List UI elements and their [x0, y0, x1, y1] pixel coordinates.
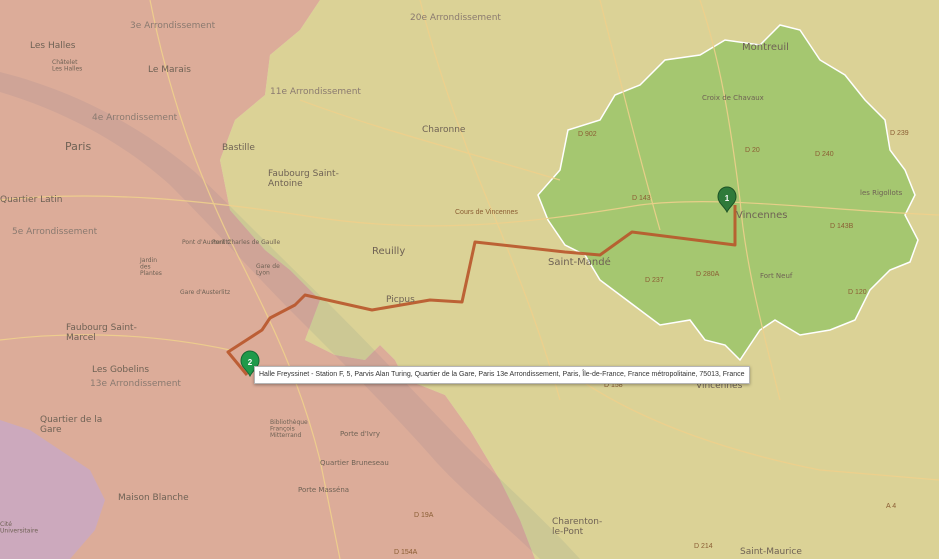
label-charonne: Charonne: [422, 125, 466, 135]
label-montreuil: Montreuil: [742, 42, 789, 53]
label-fort-neuf: Fort Neuf: [760, 272, 793, 280]
marker-2-label: 2: [248, 358, 253, 367]
road-d20: D 20: [745, 147, 760, 154]
label-arr5: 5e Arrondissement: [12, 227, 98, 237]
label-quartier-bruneseau: Quartier Bruneseau: [320, 459, 389, 467]
label-paris: Paris: [65, 140, 91, 153]
road-d143b: D 143B: [830, 223, 854, 230]
label-vincennes: Vincennes: [736, 210, 787, 221]
road-d214: D 214: [694, 543, 713, 550]
label-porte-ivry: Porte d'Ivry: [340, 430, 380, 438]
label-saint-maurice: Saint-Maurice: [740, 547, 802, 557]
road-d280a: D 280A: [696, 271, 720, 278]
isochrone-map[interactable]: Les Halles Châtelet Les Halles 3e Arrondi…: [0, 0, 939, 559]
road-d237: D 237: [645, 277, 664, 284]
marker-tooltip: Halle Freyssinet - Station F, 5, Parvis …: [254, 366, 750, 384]
road-cours-vincennes: Cours de Vincennes: [455, 209, 518, 216]
road-d239: D 239: [890, 130, 909, 137]
label-arr4: 4e Arrondissement: [92, 113, 178, 123]
label-arr3: 3e Arrondissement: [130, 21, 216, 31]
road-d902: D 902: [578, 131, 597, 138]
road-d154a: D 154A: [394, 549, 418, 556]
label-picpus: Picpus: [386, 295, 415, 305]
road-d240: D 240: [815, 151, 834, 158]
label-les-rigollots: les Rigollots: [860, 189, 903, 197]
label-reuilly: Reuilly: [372, 246, 405, 257]
road-a4: A 4: [886, 503, 896, 510]
label-arr20: 20e Arrondissement: [410, 13, 501, 23]
marker-1-label: 1: [725, 194, 730, 203]
road-d143: D 143: [632, 195, 651, 202]
label-gare-austerlitz: Gare d'Austerlitz: [180, 289, 230, 296]
label-bastille: Bastille: [222, 143, 255, 153]
road-d120: D 120: [848, 289, 867, 296]
label-arr13: 13e Arrondissement: [90, 379, 181, 389]
label-porte-massena: Porte Masséna: [298, 486, 349, 494]
label-les-halles: Les Halles: [30, 41, 76, 51]
label-pont-austerlitz: Pont d'Austerlitz: [182, 239, 231, 246]
label-les-gobelins: Les Gobelins: [92, 365, 149, 375]
label-quartier-latin: Quartier Latin: [0, 195, 62, 205]
label-croix-chavaux: Croix de Chavaux: [702, 94, 764, 102]
label-saint-mande: Saint-Mandé: [548, 256, 611, 268]
label-le-marais: Le Marais: [148, 65, 191, 75]
label-arr11: 11e Arrondissement: [270, 87, 361, 97]
label-maison-blanche: Maison Blanche: [118, 493, 189, 503]
road-d19a: D 19A: [414, 512, 434, 519]
